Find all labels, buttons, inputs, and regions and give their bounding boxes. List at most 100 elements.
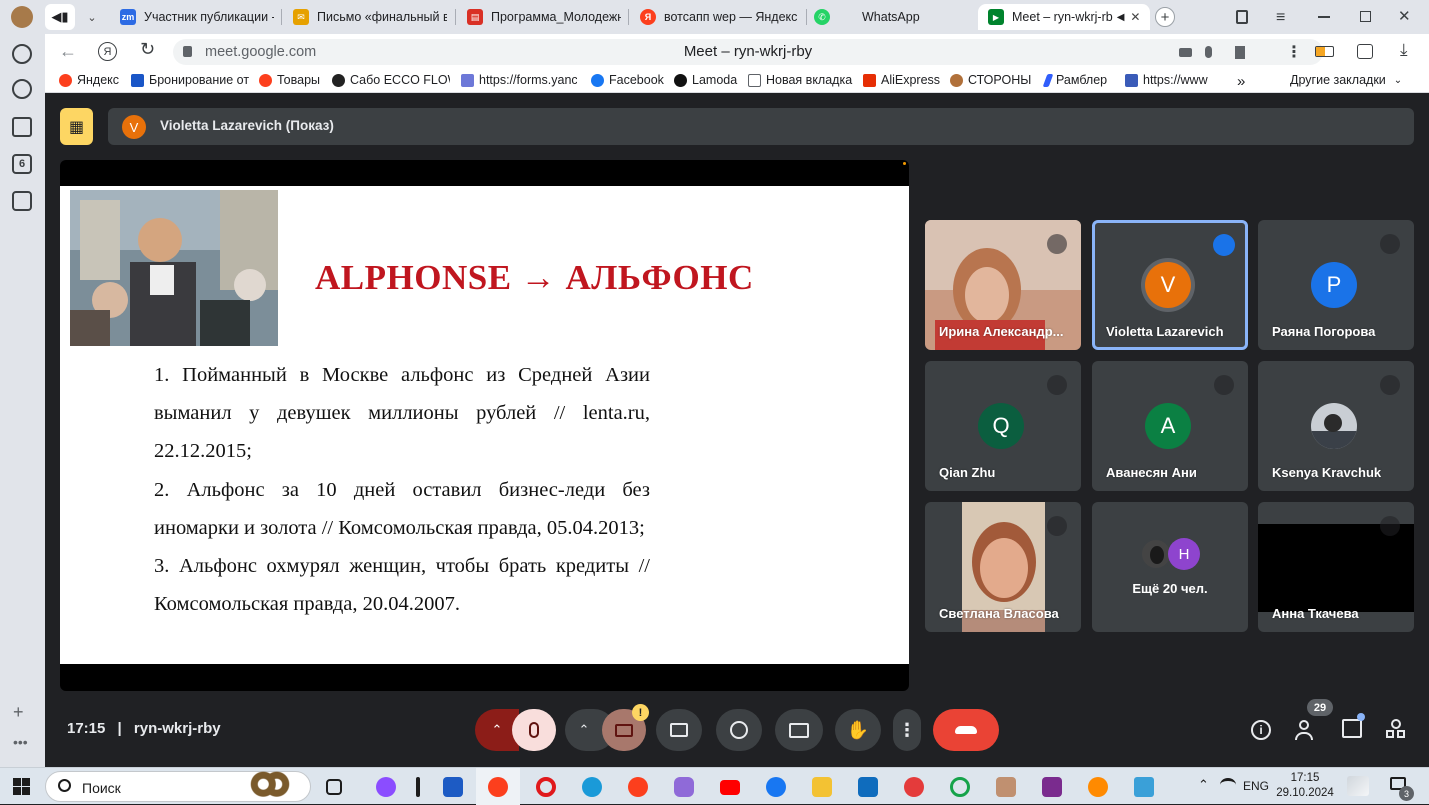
more-options-icon[interactable]: ⋮ <box>1286 42 1302 62</box>
url-field[interactable]: meet.google.com Meet – ryn-wkrj-rby <box>173 39 1323 65</box>
bookmark-rambler[interactable]: Рамблер <box>1042 73 1107 87</box>
bookmark-manager-icon[interactable] <box>1236 10 1248 24</box>
camera-permission-icon[interactable] <box>1179 48 1192 57</box>
battery-icon[interactable] <box>1315 46 1334 57</box>
tray-overflow-icon[interactable]: ⌃ <box>1198 777 1209 793</box>
participant-tile[interactable]: Q Qian Zhu <box>925 361 1081 491</box>
yandex-browser-icon[interactable] <box>488 777 508 797</box>
wifi-icon[interactable] <box>1220 778 1236 792</box>
bookmark-goods[interactable]: Товары <box>259 73 320 87</box>
add-panel-icon[interactable]: + <box>13 702 24 723</box>
download-icon[interactable]: ⤓ <box>1400 40 1408 60</box>
browser-e-icon[interactable] <box>950 777 970 797</box>
tab-actions-button[interactable]: ◀▮ <box>45 4 75 30</box>
menu-icon[interactable]: ≡ <box>1276 9 1285 27</box>
tab-program[interactable]: ▤ Программа_Молодежн <box>461 4 621 30</box>
reload-button[interactable]: ↻ <box>140 39 155 60</box>
history-icon[interactable] <box>12 79 32 99</box>
participant-tile[interactable]: Светлана Власова <box>925 502 1081 632</box>
more-options-button[interactable]: ⋮ <box>893 709 921 751</box>
participant-tile[interactable]: V Violetta Lazarevich <box>1092 220 1248 350</box>
bookmark-storony[interactable]: СТОРОНЫ <box>950 73 1031 87</box>
tab-zoom[interactable]: zm Участник публикации - <box>114 4 274 30</box>
clock[interactable]: 17:15 29.10.2024 <box>1276 771 1334 801</box>
bookmark-booking[interactable]: Бронирование от <box>131 73 249 87</box>
close-window-icon[interactable]: ✕ <box>1398 7 1411 25</box>
alice-icon[interactable] <box>12 44 32 64</box>
alice-app-icon[interactable] <box>376 777 396 797</box>
widgets-icon[interactable] <box>1347 776 1369 796</box>
leave-call-button[interactable] <box>933 709 999 751</box>
bookmark-icon[interactable] <box>1235 46 1245 59</box>
outlook-icon[interactable] <box>858 777 878 797</box>
captions-button[interactable] <box>656 709 702 751</box>
chat-button[interactable] <box>1342 719 1362 738</box>
bookmark-yandex[interactable]: Яндекс <box>59 73 119 87</box>
presenter-label: Violetta Lazarevich (Показ) <box>160 118 334 133</box>
youtube-icon[interactable] <box>720 780 740 795</box>
more-participants-tile[interactable]: H Ещё 20 чел. <box>1092 502 1248 632</box>
bookmark-new-tab[interactable]: Новая вкладка <box>748 73 852 87</box>
bookmark-www[interactable]: https://www <box>1125 73 1223 87</box>
media-player-icon[interactable] <box>1088 777 1108 797</box>
yandex-logo-icon[interactable]: Я <box>98 42 117 61</box>
meeting-details-button[interactable]: i <box>1251 720 1271 740</box>
raise-hand-button[interactable]: ✋ <box>835 709 881 751</box>
tab-meet[interactable]: ▶ Meet – ryn-wkrj-rb ◀ ✕ <box>978 4 1150 30</box>
participant-tile[interactable]: Анна Ткачева <box>1258 502 1414 632</box>
screenshot-icon[interactable] <box>12 191 32 211</box>
tab-list-button[interactable]: ⌄ <box>80 4 104 30</box>
tab-mail[interactable]: ✉ Письмо «финальный ва <box>287 4 447 30</box>
language-indicator[interactable]: ENG <box>1243 779 1269 793</box>
bookmark-ecco[interactable]: Сабо ECCO FLOW <box>332 73 450 87</box>
word-icon[interactable] <box>443 777 463 797</box>
copilot-icon[interactable] <box>674 777 694 797</box>
edge-icon[interactable] <box>582 777 602 797</box>
bookmark-lamoda[interactable]: Lamoda <box>674 73 737 87</box>
collections-icon[interactable] <box>12 117 32 137</box>
opera-icon[interactable] <box>536 777 556 797</box>
captions-icon <box>670 723 688 737</box>
bookmark-facebook[interactable]: Facebook <box>591 73 664 87</box>
explorer-divider-icon[interactable] <box>416 777 420 797</box>
profile-avatar[interactable] <box>11 6 33 28</box>
task-view-icon[interactable] <box>326 779 342 795</box>
photos-icon[interactable] <box>1134 777 1154 797</box>
mic-toggle-button[interactable] <box>512 709 556 751</box>
translate-icon[interactable] <box>1357 44 1373 59</box>
tab-strip: ◀▮ ⌄ zm Участник публикации - ✉ Письмо «… <box>0 0 1429 34</box>
tab-whatsapp[interactable]: ✆ WhatsApp <box>808 4 968 30</box>
participant-tile[interactable]: A Аванесян Ани <box>1092 361 1248 491</box>
participant-tile[interactable]: Ksenya Kravchuk <box>1258 361 1414 491</box>
winrar-icon[interactable] <box>1042 777 1062 797</box>
tab-title: WhatsApp <box>862 10 920 24</box>
facebook-icon[interactable] <box>766 777 786 797</box>
participant-tile[interactable]: Ирина Александр... <box>925 220 1081 350</box>
reactions-button[interactable] <box>716 709 762 751</box>
bookmark-forms[interactable]: https://forms.yanc <box>461 73 577 87</box>
minimize-icon[interactable] <box>1318 16 1330 18</box>
other-bookmarks[interactable]: Другие закладки ⌄ <box>1290 73 1402 87</box>
close-icon[interactable]: ✕ <box>1130 10 1140 24</box>
bookmark-aliexpress[interactable]: AliExpress <box>863 73 940 87</box>
more-icon[interactable]: ••• <box>13 734 28 750</box>
present-button[interactable] <box>775 709 823 751</box>
new-tab-button[interactable]: + <box>1155 7 1175 27</box>
people-button[interactable] <box>1295 720 1319 740</box>
tab-yandex-search[interactable]: Я вотсапп wep — Яндекс <box>634 4 799 30</box>
back-button[interactable]: ← <box>59 41 77 62</box>
game-icon[interactable] <box>996 777 1016 797</box>
wps-icon[interactable] <box>904 777 924 797</box>
bookmarks-overflow[interactable]: » <box>1237 73 1245 90</box>
start-button[interactable] <box>13 778 30 795</box>
participant-tile[interactable]: P Раяна Погорова <box>1258 220 1414 350</box>
six-icon[interactable]: 6 <box>12 154 32 174</box>
presentation-icon[interactable]: ▦ <box>60 108 93 145</box>
yandex-icon[interactable] <box>628 777 648 797</box>
restore-icon[interactable] <box>1360 11 1371 22</box>
slide-title: ALPHONSE → АЛЬФОНС <box>315 258 754 297</box>
mic-permission-icon[interactable] <box>1205 46 1212 58</box>
taskbar-search[interactable]: Поиск <box>45 768 311 804</box>
activities-button[interactable] <box>1386 719 1406 739</box>
file-explorer-icon[interactable] <box>812 777 832 797</box>
